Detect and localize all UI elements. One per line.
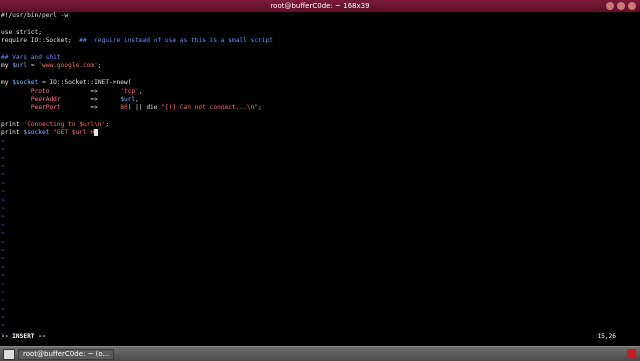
code-token: => [60,95,121,103]
empty-line-marker: ~ [1,196,5,204]
empty-line-marker: ~ [1,255,5,263]
code-line[interactable]: my $socket = IO::Socket::INET->new( [0,79,640,87]
code-token: print [1,121,24,129]
code-token: $url [120,95,136,103]
empty-line-marker: ~ [1,221,5,229]
code-token: my [1,62,13,70]
empty-line-marker: ~ [1,272,5,280]
vim-statusline: -- INSERT -- 15,26 [0,333,640,341]
code-line[interactable]: #!/usr/bin/perl -w [0,12,640,20]
code-token: PeerPort [30,104,61,112]
minimize-button[interactable] [606,2,614,10]
code-line[interactable] [0,71,640,79]
code-token: 'www.google.com' [38,62,98,70]
empty-line-marker: ~ [1,238,5,246]
code-line[interactable] [0,20,640,28]
code-token: ; [97,62,102,70]
code-token: $socket [12,79,39,87]
code-token: ; [105,121,110,129]
empty-line-marker: ~ [1,230,5,238]
code-token: require IO::Socket; [1,37,80,45]
empty-line-marker: ~ [1,154,5,162]
trash-icon[interactable] [627,349,636,358]
code-token: => [49,87,121,95]
taskbar-terminal-button[interactable]: root@bufferC0de: ~ (o... [18,349,115,360]
window-title: root@bufferC0de: ~ 168x39 [270,2,370,10]
code-token: = [27,62,39,70]
code-line[interactable] [0,113,640,121]
code-token: Proto [30,87,50,95]
empty-line-marker: ~ [1,146,5,154]
code-line[interactable]: my $url = 'www.google.com'; [0,62,640,70]
empty-line-marker: ~ [1,204,5,212]
code-line[interactable]: PeerPort => 80) || die "[!] Can not conn… [0,104,640,112]
code-token: "[!] Can not connect...\n" [161,104,259,112]
taskbar-terminal-label: root@bufferC0de: ~ (o... [23,350,110,358]
terminal-editor[interactable]: #!/usr/bin/perl -w use strict; require IO:… [0,12,640,346]
mode-indicator: -- INSERT -- [1,333,46,340]
code-token: 80 [120,104,128,112]
code-line[interactable]: Proto => 'tcp', [0,88,640,96]
code-token: 'Connecting to $url\n' [23,121,106,129]
code-line[interactable]: use strict; [0,29,640,37]
code-token: ) || die [127,104,162,112]
show-desktop-icon[interactable] [3,349,15,360]
close-button[interactable] [628,2,636,10]
code-token: => [60,104,121,112]
code-token: my [1,79,13,87]
code-token: , [138,87,143,95]
code-line[interactable]: ## Vars and shit [0,54,640,62]
cursor-position: 15,26 [597,333,616,340]
empty-line-marker: ~ [1,322,5,330]
code-line[interactable]: require IO::Socket; ## require instead o… [0,37,640,45]
window-titlebar[interactable]: root@bufferC0de: ~ 168x39 [0,0,640,12]
empty-line-marker: ~ [1,314,5,322]
empty-line-marker: ~ [1,297,5,305]
code-token: ## Vars and shit [1,53,61,61]
code-line[interactable]: print $socket "GET $url H [0,129,640,137]
empty-line-marker: ~ [1,171,5,179]
empty-line-marker: ~ [1,188,5,196]
empty-line-marker: ~ [1,246,5,254]
code-token: = IO::Socket::INET->new( [38,79,132,87]
code-line[interactable]: print 'Connecting to $url\n'; [0,121,640,129]
text-cursor [94,129,98,137]
window-controls [606,2,636,10]
empty-line-marker: ~ [1,137,5,145]
code-token: 'tcp' [120,87,139,95]
empty-line-marker: ~ [1,179,5,187]
code-line[interactable] [0,46,640,54]
code-token: ; [258,104,262,112]
code-token: print [1,129,24,137]
code-token: $url [12,62,28,70]
empty-line-marker: ~ [1,305,5,313]
empty-line-marker: ~ [1,163,5,171]
code-token: use strict; [1,28,42,36]
taskbar: root@bufferC0de: ~ (o... [0,346,640,361]
empty-line-marker: ~ [1,280,5,288]
code-token: ## require instead of use as this is a s… [79,37,273,45]
maximize-button[interactable] [617,2,625,10]
empty-line-marker: ~ [1,213,5,221]
empty-line-marker: ~ [1,263,5,271]
code-token: $socket [23,129,50,137]
code-token: , [135,95,139,103]
code-line[interactable]: PeerAddr => $url, [0,96,640,104]
code-token: "GET $url H [53,129,95,137]
code-token: #!/usr/bin/perl -w [1,12,69,19]
code-token: PeerAddr [30,95,61,103]
empty-line-marker: ~ [1,288,5,296]
